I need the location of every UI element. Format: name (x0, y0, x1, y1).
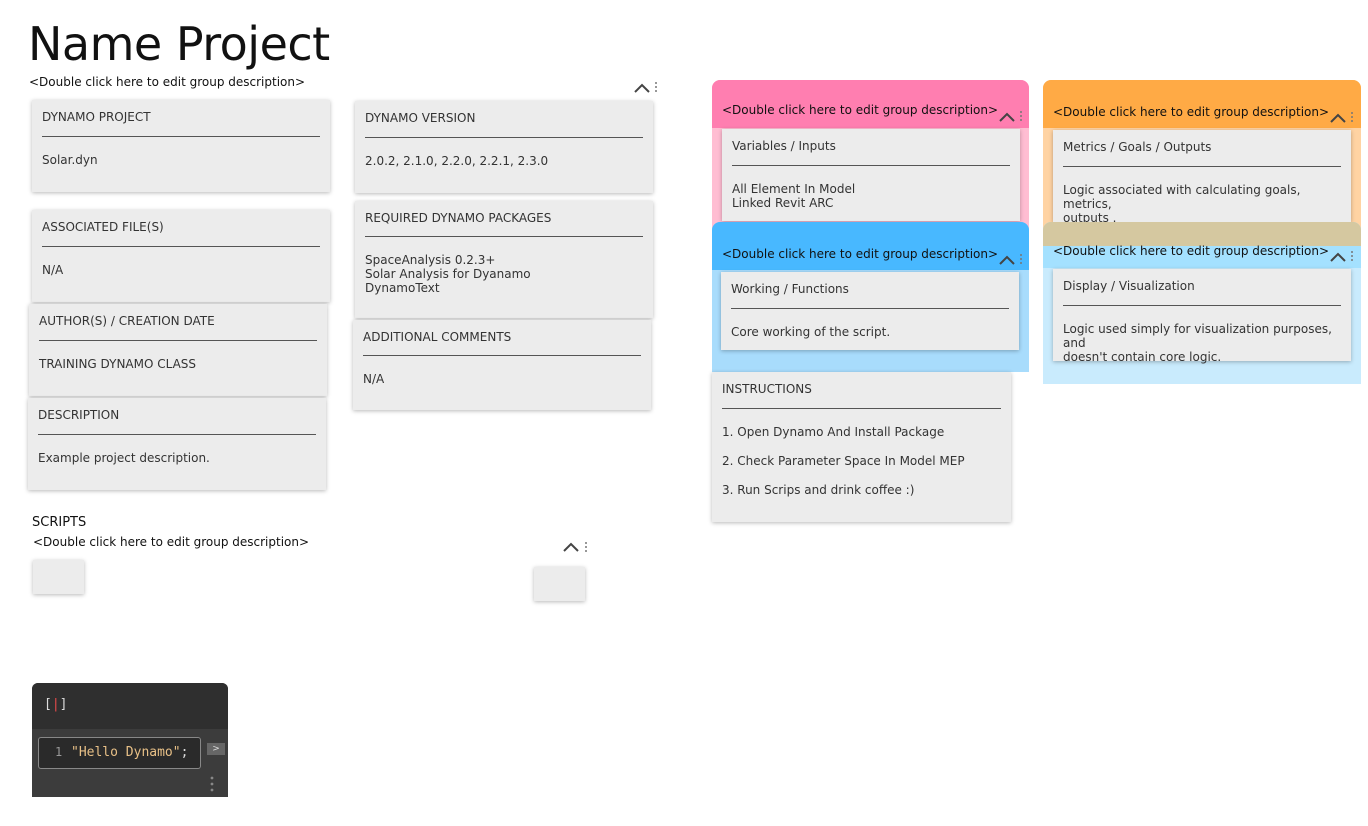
group-description[interactable]: <Double click here to edit group descrip… (29, 75, 305, 89)
note-divider (1063, 166, 1341, 167)
note-instructions[interactable]: INSTRUCTIONS 1. Open Dynamo And Install … (712, 372, 1011, 522)
chevron-up-icon[interactable] (632, 81, 652, 95)
group-display[interactable]: <Double click here to edit group descrip… (1043, 222, 1361, 384)
group-description[interactable]: <Double click here to edit group descrip… (33, 535, 309, 549)
note-header: Display / Visualization (1063, 279, 1195, 293)
note-body: TRAINING DYNAMO CLASS (39, 357, 197, 371)
chevron-up-icon[interactable] (1328, 111, 1348, 125)
line-number: 1 (55, 745, 63, 759)
note-description[interactable]: DESCRIPTION Example project description. (28, 398, 326, 490)
empty-node[interactable] (33, 560, 84, 594)
group-functions[interactable]: <Double click here to edit group descrip… (712, 222, 1029, 372)
code-block-node[interactable]: [|] 1 "Hello Dynamo"; > (32, 683, 228, 797)
note-variables-inputs[interactable]: Variables / Inputs All Element In Model … (722, 129, 1020, 221)
note-metrics-outputs[interactable]: Metrics / Goals / Outputs Logic associat… (1053, 130, 1351, 225)
note-divider (365, 137, 643, 138)
note-divider (722, 408, 1001, 409)
note-body: Example project description. (38, 451, 210, 465)
kebab-dots-icon[interactable] (584, 541, 588, 553)
note-header: Working / Functions (731, 282, 849, 296)
group-description[interactable]: <Double click here to edit group descrip… (1053, 244, 1329, 258)
note-divider (732, 165, 1010, 166)
note-header: DESCRIPTION (38, 408, 120, 422)
kebab-dots-icon[interactable] (1350, 111, 1354, 123)
chevron-up-icon[interactable] (997, 110, 1017, 124)
group-description[interactable]: <Double click here to edit group descrip… (722, 103, 998, 117)
note-divider (38, 434, 316, 435)
note-header: DYNAMO PROJECT (42, 110, 151, 124)
note-divider (42, 136, 320, 137)
instruction-step: 1. Open Dynamo And Install Package (722, 425, 945, 439)
note-dynamo-project[interactable]: DYNAMO PROJECT Solar.dyn (32, 100, 330, 192)
note-dynamo-version[interactable]: DYNAMO VERSION 2.0.2, 2.1.0, 2.2.0, 2.2.… (355, 101, 653, 193)
note-header: REQUIRED DYNAMO PACKAGES (365, 211, 552, 225)
note-divider (1063, 305, 1341, 306)
group-outputs[interactable]: <Double click here to edit group descrip… (1043, 80, 1361, 230)
group-inputs[interactable]: <Double click here to edit group descrip… (712, 80, 1029, 230)
note-divider (363, 355, 641, 356)
note-body: Solar.dyn (42, 153, 98, 167)
note-body: 2.0.2, 2.1.0, 2.2.0, 2.2.1, 2.3.0 (365, 154, 549, 168)
note-header: AUTHOR(S) / CREATION DATE (39, 314, 215, 328)
note-header: ASSOCIATED FILE(S) (42, 220, 164, 234)
note-associated-files[interactable]: ASSOCIATED FILE(S) N/A (32, 210, 330, 302)
note-divider (39, 340, 317, 341)
code-line[interactable]: "Hello Dynamo"; (71, 745, 188, 760)
note-divider (365, 236, 643, 237)
output-port[interactable]: > (207, 743, 225, 755)
kebab-dots-icon[interactable] (1350, 250, 1354, 262)
note-additional-comments[interactable]: ADDITIONAL COMMENTS N/A (353, 320, 651, 410)
kebab-dots-icon[interactable] (210, 776, 214, 792)
note-working-functions[interactable]: Working / Functions Core working of the … (721, 272, 1019, 350)
code-block-icon: [|] (44, 697, 68, 712)
note-body: Logic used simply for visualization purp… (1063, 322, 1332, 364)
note-body: N/A (363, 372, 385, 386)
note-body: Core working of the script. (731, 325, 891, 339)
kebab-dots-icon[interactable] (654, 81, 658, 93)
instruction-step: 3. Run Scrips and drink coffee :) (722, 483, 915, 497)
group-description[interactable]: <Double click here to edit group descrip… (722, 247, 998, 261)
code-editor[interactable]: 1 "Hello Dynamo"; (38, 737, 201, 769)
code-block-header: [|] (32, 683, 228, 729)
note-divider (42, 246, 320, 247)
note-body: Logic associated with calculating goals,… (1063, 183, 1301, 225)
note-body: SpaceAnalysis 0.2.3+ Solar Analysis for … (365, 253, 531, 295)
note-authors[interactable]: AUTHOR(S) / CREATION DATE TRAINING DYNAM… (29, 304, 327, 396)
page-title: Name Project (28, 17, 330, 71)
chevron-up-icon[interactable] (561, 540, 581, 554)
scripts-group-title: SCRIPTS (32, 515, 87, 530)
group-description[interactable]: <Double click here to edit group descrip… (1053, 105, 1329, 119)
instruction-step: 2. Check Parameter Space In Model MEP (722, 454, 965, 468)
note-header: Metrics / Goals / Outputs (1063, 140, 1212, 154)
note-display-visualization[interactable]: Display / Visualization Logic used simpl… (1053, 269, 1351, 364)
note-body: N/A (42, 263, 64, 277)
note-header: DYNAMO VERSION (365, 111, 476, 125)
kebab-dots-icon[interactable] (1019, 253, 1023, 265)
chevron-up-icon[interactable] (1328, 250, 1348, 264)
note-body: All Element In Model Linked Revit ARC (732, 182, 856, 210)
note-header: Variables / Inputs (732, 139, 836, 153)
note-header: INSTRUCTIONS (722, 382, 812, 396)
note-required-packages[interactable]: REQUIRED DYNAMO PACKAGES SpaceAnalysis 0… (355, 201, 653, 318)
note-divider (731, 308, 1009, 309)
chevron-up-icon[interactable] (997, 253, 1017, 267)
empty-node[interactable] (534, 567, 585, 601)
kebab-dots-icon[interactable] (1019, 110, 1023, 122)
note-header: ADDITIONAL COMMENTS (363, 330, 512, 344)
